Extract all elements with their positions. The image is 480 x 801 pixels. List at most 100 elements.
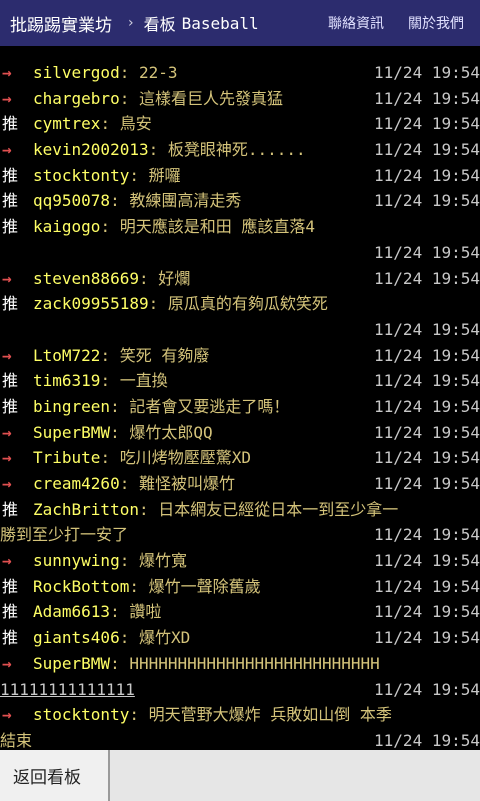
push-tag: 推 — [2, 576, 19, 596]
push-username: Tribute — [33, 448, 101, 468]
push-row: → steven88669: 好爛 11/24 19:54 — [0, 266, 480, 292]
push-username: bingreen — [33, 396, 111, 416]
push-username: Adam6613 — [33, 602, 111, 622]
push-time: 11/24 19:54 — [374, 242, 480, 262]
push-row: 推 cymtrex: 鳥安 11/24 19:54 — [0, 111, 480, 137]
push-row: → Tribute: 吃川烤物壓壓驚XD 11/24 19:54 — [0, 445, 480, 471]
push-time: 11/24 19:54 — [374, 345, 480, 365]
push-content: : 板凳眼神死...... — [148, 140, 306, 160]
push-username: kevin2002013 — [33, 140, 149, 160]
push-row: → chargebro: 這樣看巨人先發真猛 11/24 19:54 — [0, 86, 480, 112]
push-content: : 22-3 — [119, 63, 178, 82]
push-content: : HHHHHHHHHHHHHHHHHHHHHHHHHH — [110, 653, 380, 673]
push-user-id: tim6319: 一直換 — [33, 368, 168, 394]
push-user-id: chargebro: 這樣看巨人先發真猛 — [33, 86, 283, 112]
push-time: 11/24 19:54 — [374, 191, 480, 211]
push-tag: 推 — [2, 628, 19, 648]
push-row: → stocktonty: 明天菅野大爆炸 兵敗如山倒 本季 — [0, 702, 480, 728]
board-name-link[interactable]: Baseball — [176, 14, 259, 33]
push-comment-list: → silvergod: 22-3 11/24 19:54 → chargebro: 這… — [0, 60, 480, 748]
arrow-tag-icon: → — [2, 140, 12, 160]
push-username: silvergod — [33, 63, 120, 82]
push-content-continuation: 勝到至少打一安了 — [0, 525, 129, 545]
push-row: → SuperBMW: 爆竹太郎QQ 11/24 19:54 — [0, 420, 480, 446]
push-user-id: ZachBritton: 日本網友已經從日本一到至少拿一 — [33, 497, 398, 523]
arrow-tag-icon: → — [2, 474, 12, 493]
push-tag: 推 — [2, 191, 19, 211]
arrow-tag-icon: → — [2, 448, 12, 468]
push-username: stocktonty — [33, 705, 130, 725]
push-content: : 記者會又要逃走了嗎！ — [110, 396, 290, 416]
push-user-id: zack09955189: 原瓜真的有夠瓜欸笑死 — [33, 291, 328, 317]
push-content: : 明天應該是和田 應該直落4 — [100, 217, 315, 237]
push-time: 11/24 19:54 — [374, 396, 480, 416]
push-time: 11/24 19:54 — [374, 551, 480, 571]
push-time: 11/24 19:54 — [374, 525, 480, 545]
push-time: 11/24 19:54 — [374, 114, 480, 134]
push-username: ZachBritton — [33, 499, 139, 519]
push-row: 推 kaigogo: 明天應該是和田 應該直落4 — [0, 214, 480, 240]
push-tag: 推 — [2, 499, 19, 519]
push-content: : 爆竹太郎QQ — [110, 422, 213, 442]
back-to-board-button[interactable]: 返回看板 — [0, 750, 110, 801]
push-user-id: kevin2002013: 板凳眼神死...... — [33, 137, 306, 163]
arrow-tag-icon: → — [2, 88, 12, 108]
push-username: LtoM722 — [33, 345, 101, 365]
push-user-id: SuperBMW: 爆竹太郎QQ — [33, 420, 213, 446]
push-row-continuation: 11/24 19:54 — [0, 317, 480, 343]
push-row: → LtoM722: 笑死 有夠廢 11/24 19:54 — [0, 343, 480, 369]
top-navigation-bar: 批踢踢實業坊 › 看板 Baseball 聯絡資訊 關於我們 — [0, 0, 480, 46]
push-tag: 推 — [2, 602, 19, 622]
arrow-tag-icon: → — [2, 705, 12, 725]
push-content: : 難怪被叫爆竹 — [119, 474, 235, 493]
push-user-id: stocktonty: 掰囉 — [33, 163, 181, 189]
push-row: 推 bingreen: 記者會又要逃走了嗎！ 11/24 19:54 — [0, 394, 480, 420]
push-content: : 好爛 — [138, 268, 191, 288]
arrow-tag-icon: → — [2, 422, 12, 442]
push-username: tim6319 — [33, 371, 101, 391]
push-row: 推 Adam6613: 讚啦 11/24 19:54 — [0, 599, 480, 625]
push-user-id: steven88669: 好爛 — [33, 266, 190, 292]
push-user-id: LtoM722: 笑死 有夠廢 — [33, 343, 209, 369]
about-us-link[interactable]: 關於我們 — [408, 13, 464, 33]
push-user-id: cymtrex: 鳥安 — [33, 111, 152, 137]
push-user-id: sunnywing: 爆竹寬 — [33, 548, 187, 574]
push-tag: 推 — [2, 294, 19, 314]
push-content-link[interactable]: 11111111111111 — [0, 677, 135, 703]
push-row: 推 RockBottom: 爆竹一聲除舊歲 11/24 19:54 — [0, 574, 480, 600]
push-username: qq950078 — [33, 191, 111, 211]
push-time: 11/24 19:54 — [374, 140, 480, 160]
push-row: 推 qq950078: 教練團高清走秀 11/24 19:54 — [0, 188, 480, 214]
push-username: giants406 — [33, 628, 120, 648]
breadcrumb-chevron-icon: › — [128, 15, 134, 31]
push-tag: 推 — [2, 396, 19, 416]
board-label-link[interactable]: 看板 — [134, 11, 176, 35]
push-time: 11/24 19:54 — [374, 448, 480, 468]
push-content: : 這樣看巨人先發真猛 — [119, 88, 283, 108]
contact-info-link[interactable]: 聯絡資訊 — [328, 13, 384, 33]
site-title-link[interactable]: 批踢踢實業坊 — [0, 11, 112, 36]
push-username: stocktonty — [33, 165, 130, 185]
push-time: 11/24 19:54 — [374, 474, 480, 493]
push-row-continuation: 11111111111111 11/24 19:54 — [0, 677, 480, 703]
push-row: → cream4260: 難怪被叫爆竹 11/24 19:54 — [0, 471, 480, 497]
push-content: : 原瓜真的有夠瓜欸笑死 — [148, 294, 328, 314]
push-content-continuation: 結束 — [0, 730, 33, 748]
push-content: : 掰囉 — [129, 165, 181, 185]
push-time: 11/24 19:54 — [374, 576, 480, 596]
push-row: → silvergod: 22-3 11/24 19:54 — [0, 60, 480, 86]
push-user-id: giants406: 爆竹XD — [33, 625, 190, 651]
push-content: : 讚啦 — [110, 602, 162, 622]
push-time: 11/24 19:54 — [374, 602, 480, 622]
push-time: 11/24 19:54 — [374, 319, 480, 339]
push-username: chargebro — [33, 88, 120, 108]
push-time: 11/24 19:54 — [374, 88, 480, 108]
bottom-toolbar: 返回看板 — [0, 750, 480, 801]
push-user-id: bingreen: 記者會又要逃走了嗎！ — [33, 394, 289, 420]
push-row: → SuperBMW: HHHHHHHHHHHHHHHHHHHHHHHHHH — [0, 651, 480, 677]
push-username: RockBottom — [33, 576, 130, 596]
push-username: sunnywing — [33, 551, 120, 571]
push-content: : 爆竹XD — [119, 628, 191, 648]
push-tag: 推 — [2, 114, 19, 134]
push-row: 推 tim6319: 一直換 11/24 19:54 — [0, 368, 480, 394]
